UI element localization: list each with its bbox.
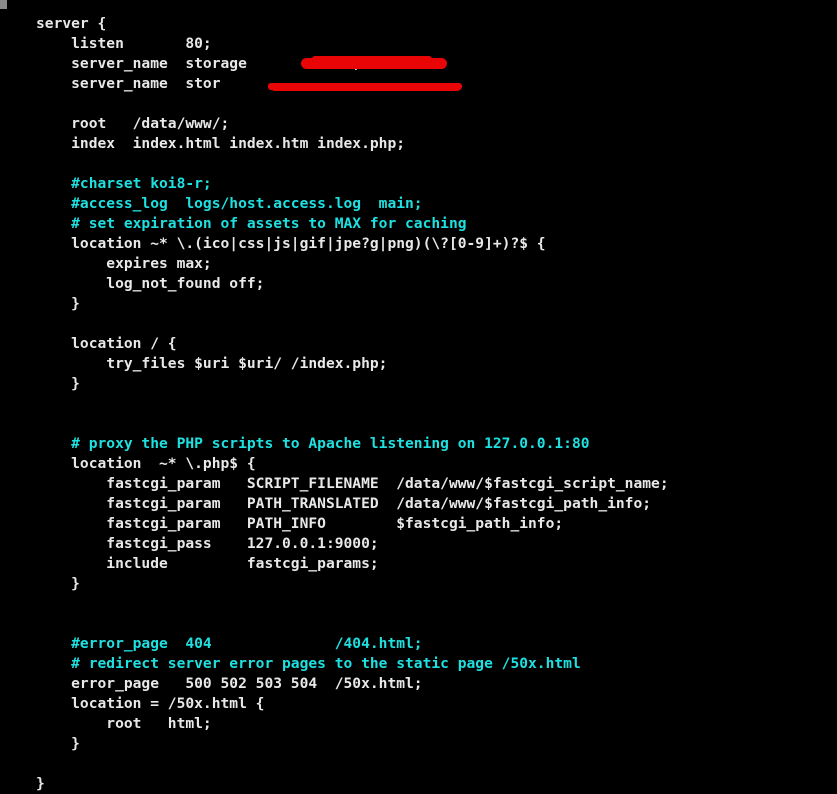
code-line: fastcgi_param SCRIPT_FILENAME /data/www/… <box>36 475 669 492</box>
code-line: # redirect server error pages to the sta… <box>36 655 581 672</box>
code-line: fastcgi_param PATH_TRANSLATED /data/www/… <box>36 495 652 512</box>
code-line: root html; <box>36 715 212 732</box>
code-line: listen 80; <box>36 35 212 52</box>
code-line: } <box>36 775 45 792</box>
code-line: root /data/www/; <box>36 115 230 132</box>
code-line: include fastcgi_params; <box>36 555 379 572</box>
code-line: #error_page 404 /404.html; <box>36 635 423 652</box>
code-line: # set expiration of assets to MAX for ca… <box>36 215 467 232</box>
code-line: error_page 500 502 503 504 /50x.html; <box>36 675 423 692</box>
code-line: } <box>36 375 80 392</box>
screen-corner-artifact <box>0 0 7 9</box>
code-line: location = /50x.html { <box>36 695 265 712</box>
server-name-redaction-1-highlight <box>312 56 432 62</box>
code-line: } <box>36 295 80 312</box>
code-line: #charset koi8-r; <box>36 175 212 192</box>
nginx-config-code-block: server { listen 80; server_name storage … <box>0 14 837 794</box>
terminal-screen: server { listen 80; server_name storage … <box>0 0 837 792</box>
code-line: location ~* \.(ico|css|js|gif|jpe?g|png)… <box>36 235 546 252</box>
code-line: log_not_found off; <box>36 275 265 292</box>
code-line: index index.html index.htm index.php; <box>36 135 406 152</box>
code-line: } <box>36 575 80 592</box>
code-line: #access_log logs/host.access.log main; <box>36 195 423 212</box>
code-line: } <box>36 735 80 752</box>
code-line: location ~* \.php$ { <box>36 455 256 472</box>
code-line: expires max; <box>36 255 212 272</box>
code-line: fastcgi_param PATH_INFO $fastcgi_path_in… <box>36 515 564 532</box>
code-line: try_files $uri $uri/ /index.php; <box>36 355 388 372</box>
code-line: fastcgi_pass 127.0.0.1:9000; <box>36 535 379 552</box>
code-line: location / { <box>36 335 177 352</box>
code-line: server { <box>36 15 107 32</box>
code-line: # proxy the PHP scripts to Apache listen… <box>36 435 590 452</box>
server-name-redaction-2-highlight <box>272 86 460 91</box>
